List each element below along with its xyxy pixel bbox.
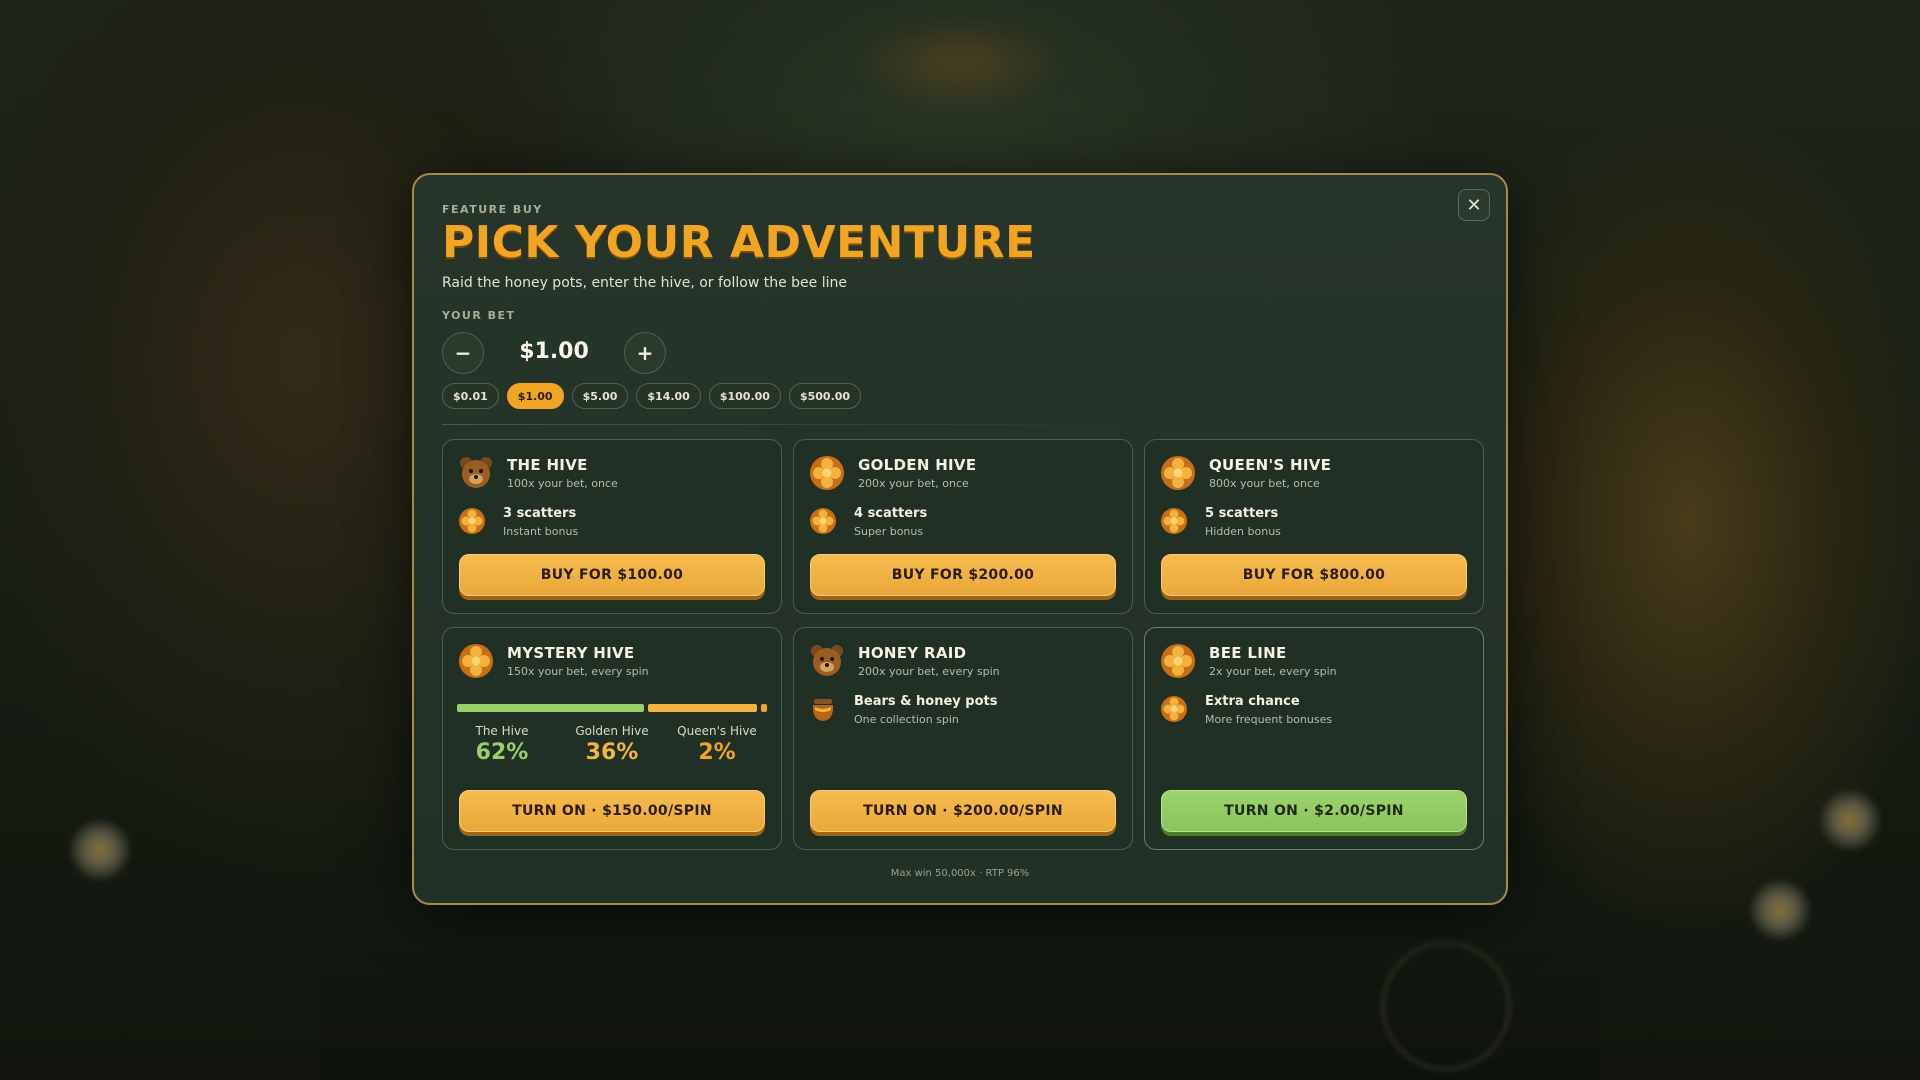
honeycomb-icon xyxy=(808,506,838,536)
odds-label: Queen's Hive xyxy=(677,724,757,738)
odds-segment-golden-hive xyxy=(648,704,757,712)
divider xyxy=(442,424,1152,425)
card-feature-description: One collection spin xyxy=(854,713,959,726)
card-feature-title: Extra chance xyxy=(1205,694,1300,709)
modal-eyebrow: FEATURE BUY xyxy=(442,203,543,216)
honeycomb-icon xyxy=(1159,506,1189,536)
decrease-bet-button[interactable]: − xyxy=(442,332,484,374)
odds-label: Golden Hive xyxy=(575,724,649,738)
card-description: 200x your bet, every spin xyxy=(858,665,1000,678)
feature-card-golden-hive: GOLDEN HIVE 200x your bet, once 4 scatte… xyxy=(793,439,1133,614)
odds-label: The Hive xyxy=(475,724,529,738)
card-description: 100x your bet, once xyxy=(507,477,618,490)
honeycomb-icon xyxy=(808,454,846,492)
card-feature-description: More frequent bonuses xyxy=(1205,713,1333,726)
card-description: 150x your bet, every spin xyxy=(507,665,649,678)
feature-card-the-hive: THE HIVE 100x your bet, once 3 scatters … xyxy=(442,439,782,614)
odds-queens-hive: Queen's Hive 2% xyxy=(667,724,767,765)
odds-value: 2% xyxy=(698,740,736,765)
card-title: THE HIVE xyxy=(507,456,588,474)
turn-on-button-active[interactable]: TURN ON · $2.00/SPIN xyxy=(1161,790,1467,832)
minus-icon: − xyxy=(454,341,472,365)
honey-pot-icon xyxy=(808,694,838,724)
odds-the-hive: The Hive 62% xyxy=(452,724,552,765)
card-feature-title: 5 scatters xyxy=(1205,506,1279,521)
buy-button[interactable]: BUY FOR $800.00 xyxy=(1161,554,1467,596)
odds-value: 62% xyxy=(475,740,529,765)
odds-bar xyxy=(457,704,767,712)
card-feature-description: Super bonus xyxy=(854,525,924,538)
turn-on-button[interactable]: TURN ON · $150.00/SPIN xyxy=(459,790,765,832)
honeycomb-icon xyxy=(1159,454,1197,492)
card-title: GOLDEN HIVE xyxy=(858,456,977,474)
honeycomb-icon xyxy=(457,642,495,680)
card-feature-description: Hidden bonus xyxy=(1205,525,1281,538)
bet-chip-list: $0.01 $1.00 $5.00 $14.00 $100.00 $500.00 xyxy=(442,383,862,409)
plus-icon: + xyxy=(636,341,654,365)
bet-chip[interactable]: $100.00 xyxy=(708,383,781,409)
odds-value: 36% xyxy=(585,740,639,765)
feature-card-mystery-hive: MYSTERY HIVE 150x your bet, every spin T… xyxy=(442,627,782,850)
honeycomb-icon xyxy=(1159,694,1189,724)
odds-segment-the-hive xyxy=(457,704,644,712)
buy-button[interactable]: BUY FOR $200.00 xyxy=(810,554,1116,596)
card-feature-title: 3 scatters xyxy=(503,506,577,521)
card-title: BEE LINE xyxy=(1209,644,1287,662)
card-title: MYSTERY HIVE xyxy=(507,644,635,662)
honeycomb-icon xyxy=(1159,642,1197,680)
modal-subtitle: Raid the honey pots, enter the hive, or … xyxy=(442,275,847,291)
bet-chip-selected[interactable]: $1.00 xyxy=(506,383,564,409)
bet-chip[interactable]: $5.00 xyxy=(571,383,629,409)
turn-on-button[interactable]: TURN ON · $200.00/SPIN xyxy=(810,790,1116,832)
card-feature-description: Instant bonus xyxy=(503,525,579,538)
bear-icon xyxy=(808,642,846,680)
feature-card-bee-line: BEE LINE 2x your bet, every spin Extra c… xyxy=(1144,627,1484,850)
bear-icon xyxy=(457,454,495,492)
bet-label: YOUR BET xyxy=(442,309,516,322)
card-description: 2x your bet, every spin xyxy=(1209,665,1337,678)
bet-value: $1.00 xyxy=(519,339,589,364)
card-feature-title: Bears & honey pots xyxy=(854,694,998,709)
close-button[interactable]: ✕ xyxy=(1458,189,1490,221)
close-icon: ✕ xyxy=(1466,194,1482,216)
bet-chip[interactable]: $500.00 xyxy=(788,383,862,409)
card-description: 800x your bet, once xyxy=(1209,477,1320,490)
increase-bet-button[interactable]: + xyxy=(624,332,666,374)
modal-title: PICK YOUR ADVENTURE xyxy=(442,217,1036,268)
modal-footer: Max win 50,000x · RTP 96% xyxy=(890,868,1030,879)
honeycomb-icon xyxy=(457,506,487,536)
bet-chip[interactable]: $14.00 xyxy=(636,383,701,409)
feature-card-queens-hive: QUEEN'S HIVE 800x your bet, once 5 scatt… xyxy=(1144,439,1484,614)
buy-button[interactable]: BUY FOR $100.00 xyxy=(459,554,765,596)
card-description: 200x your bet, once xyxy=(858,477,969,490)
odds-segment-queens-hive xyxy=(761,704,767,712)
feature-card-honey-raid: HONEY RAID 200x your bet, every spin Bea… xyxy=(793,627,1133,850)
card-title: HONEY RAID xyxy=(858,644,967,662)
bet-chip[interactable]: $0.01 xyxy=(442,383,499,409)
card-feature-title: 4 scatters xyxy=(854,506,928,521)
feature-buy-modal: ✕ FEATURE BUY PICK YOUR ADVENTURE Raid t… xyxy=(412,173,1508,905)
card-title: QUEEN'S HIVE xyxy=(1209,456,1332,474)
odds-golden-hive: Golden Hive 36% xyxy=(562,724,662,765)
